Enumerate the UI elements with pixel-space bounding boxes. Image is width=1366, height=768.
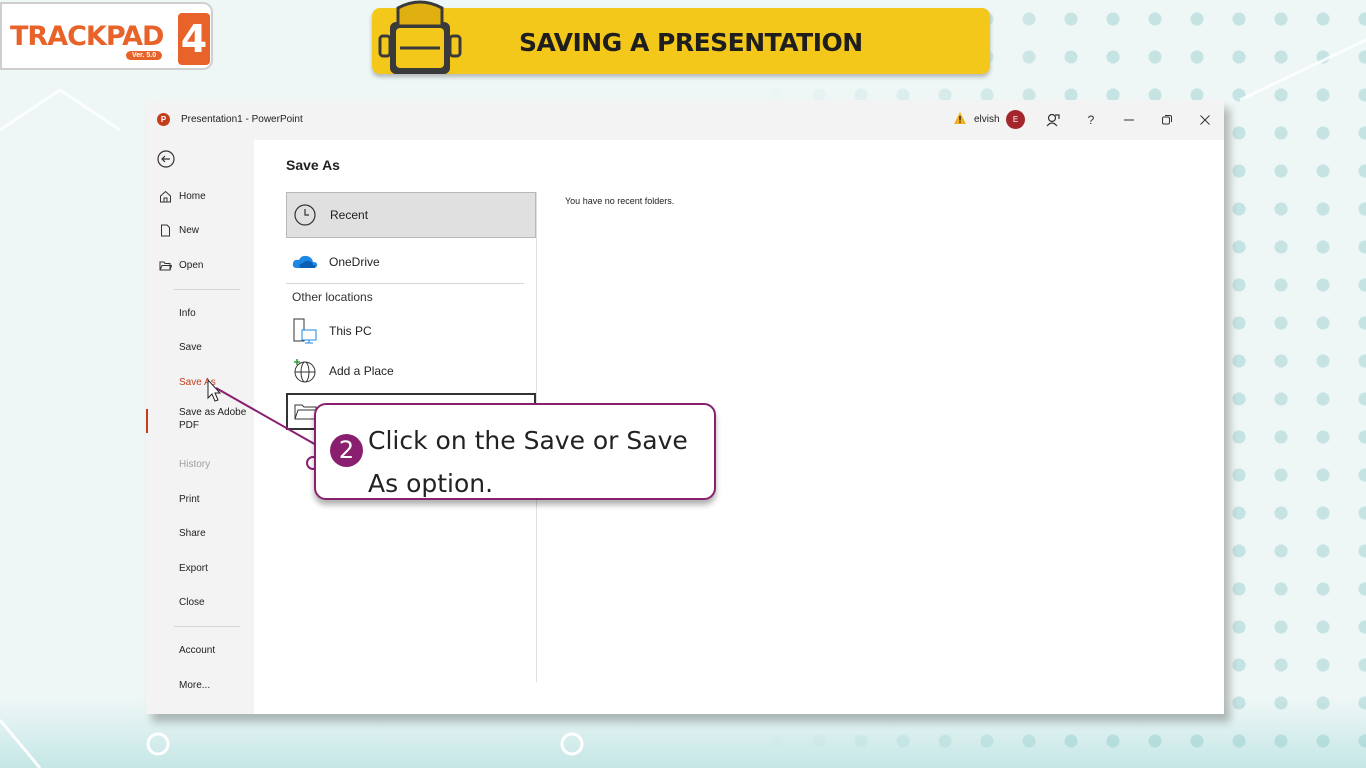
no-recent-folders-text: You have no recent folders.: [565, 196, 675, 206]
sidebar-item-label: History: [179, 458, 211, 470]
user-name[interactable]: elvish: [974, 114, 1000, 125]
other-locations-heading: Other locations: [292, 290, 373, 304]
step-number-badge: 2: [330, 434, 363, 467]
sidebar-item-open[interactable]: Open: [146, 252, 254, 278]
sidebar-item-home[interactable]: Home: [146, 183, 254, 209]
sidebar-divider: [174, 626, 240, 627]
sidebar-item-new[interactable]: New: [146, 217, 254, 243]
user-avatar[interactable]: E: [1006, 110, 1025, 129]
page-title: Save As: [286, 157, 340, 173]
close-icon[interactable]: [1195, 110, 1215, 130]
instruction-callout: 2 Click on the Save or Save As option.: [314, 403, 716, 500]
location-label: Recent: [330, 208, 369, 222]
help-icon[interactable]: ?: [1081, 110, 1101, 130]
sidebar-item-label: Share: [179, 527, 206, 539]
banner-title: SAVING A PRESENTATION: [519, 28, 863, 57]
sidebar-divider: [174, 289, 240, 290]
powerpoint-app-icon: P: [157, 113, 170, 126]
window-title: Presentation1 - PowerPoint: [181, 114, 303, 125]
restore-icon[interactable]: [1157, 110, 1177, 130]
sidebar-item-label: Save: [179, 341, 202, 353]
onedrive-icon: [292, 255, 318, 268]
sidebar-item-label: New: [179, 224, 200, 236]
sidebar-item-more[interactable]: More...: [146, 672, 254, 698]
logo-number: 4: [178, 13, 210, 65]
pc-icon: [293, 318, 317, 344]
backstage-sidebar: Home New Open Info Save Save As Save as …: [146, 140, 254, 714]
sidebar-item-label: Save as Adobe PDF: [179, 407, 247, 431]
back-arrow-icon[interactable]: [156, 149, 176, 169]
location-label: Add a Place: [329, 364, 394, 378]
new-doc-icon: [161, 224, 170, 236]
minimize-icon[interactable]: [1119, 110, 1139, 130]
sidebar-item-account[interactable]: Account: [146, 637, 254, 663]
sidebar-item-save-as[interactable]: Save As: [146, 369, 254, 395]
logo-text: TRACKPAD: [10, 20, 164, 52]
envelope-robot-icon: [378, 0, 462, 74]
sidebar-item-save[interactable]: Save: [146, 334, 254, 360]
trackpad-logo: TRACKPAD Ver. 5.0 4: [0, 2, 213, 70]
share-feedback-icon[interactable]: [1043, 110, 1063, 130]
title-bar: P Presentation1 - PowerPoint elvish E ?: [146, 100, 1224, 140]
location-add-place[interactable]: Add a Place: [286, 348, 536, 394]
sidebar-item-label: Open: [179, 259, 204, 271]
location-label: This PC: [329, 324, 372, 338]
sidebar-item-print[interactable]: Print: [146, 486, 254, 512]
sidebar-item-info[interactable]: Info: [146, 300, 254, 326]
sidebar-item-history: History: [146, 451, 254, 477]
title-banner: SAVING A PRESENTATION: [372, 0, 990, 74]
sidebar-item-label: Info: [179, 307, 196, 319]
sidebar-item-save-as-pdf[interactable]: Save as Adobe PDF: [146, 406, 254, 440]
sidebar-item-label: More...: [179, 679, 211, 691]
location-recent[interactable]: Recent: [286, 192, 536, 238]
clock-icon: [294, 204, 316, 226]
sidebar-item-export[interactable]: Export: [146, 555, 254, 581]
warning-icon[interactable]: [953, 111, 967, 125]
location-separator: [286, 283, 524, 284]
sidebar-item-label: Save As: [179, 376, 216, 388]
sidebar-item-label: Print: [179, 493, 200, 505]
sidebar-item-share[interactable]: Share: [146, 520, 254, 546]
folder-open-icon: [159, 261, 172, 270]
logo-version: Ver. 5.0: [126, 51, 163, 60]
instruction-text: Click on the Save or Save As option.: [368, 426, 688, 498]
home-icon: [160, 190, 171, 202]
sidebar-item-label: Home: [179, 190, 206, 202]
location-label: OneDrive: [329, 255, 380, 269]
globe-add-icon: [294, 359, 316, 383]
sidebar-item-label: Export: [179, 562, 208, 574]
sidebar-item-label: Close: [179, 596, 205, 608]
sidebar-item-label: Account: [179, 644, 216, 656]
sidebar-item-close[interactable]: Close: [146, 589, 254, 615]
location-onedrive[interactable]: OneDrive: [286, 239, 536, 285]
